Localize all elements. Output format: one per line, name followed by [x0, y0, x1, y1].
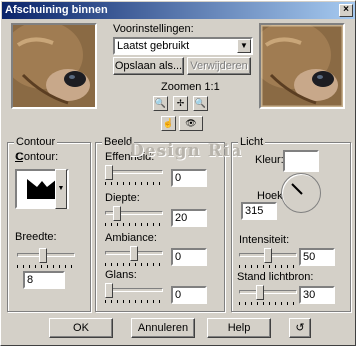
contour-group-title: Contour [14, 136, 58, 148]
elevation-slider[interactable] [239, 285, 297, 307]
depth-slider[interactable] [105, 206, 163, 228]
presets-label: Voorinstellingen: [113, 23, 194, 35]
elevation-slider-thumb[interactable] [256, 285, 264, 300]
smoothness-input[interactable]: 0 [171, 169, 207, 187]
width-label: Breedte: [15, 231, 57, 243]
window-title: Afschuining binnen [5, 4, 108, 16]
smoothness-slider[interactable] [105, 165, 163, 187]
shininess-input[interactable]: 0 [171, 286, 207, 304]
preview-eye-icon[interactable]: 👁 [179, 116, 203, 131]
ambience-slider-thumb[interactable] [130, 246, 138, 261]
depth-label: Diepte: [105, 192, 140, 204]
bevel-dialog: Afschuining binnen × Voorinstellingen: L… [0, 0, 356, 346]
light-color-swatch[interactable] [283, 150, 319, 172]
pointer-icon[interactable]: ☝ [161, 116, 176, 131]
zoom-out-icon[interactable]: 🔍 [193, 96, 208, 111]
color-label: Kleur: [255, 154, 284, 166]
width-slider-thumb[interactable] [39, 248, 47, 263]
depth-input[interactable]: 20 [171, 209, 207, 227]
ambience-input[interactable]: 0 [171, 248, 207, 266]
zoom-label: Zoomen 1:1 [161, 81, 220, 93]
source-preview[interactable] [11, 23, 97, 109]
intensity-slider[interactable] [239, 248, 297, 270]
presets-selected: Laatst gebruikt [117, 40, 190, 52]
cancel-button[interactable]: Annuleren [131, 318, 195, 338]
angle-input[interactable]: 315 [241, 202, 277, 220]
contour-shape-label: CContour: [15, 151, 59, 163]
elevation-label: Stand lichtbron: [237, 271, 314, 283]
bear-image-right [261, 25, 343, 107]
contour-shape-text: Contour: [15, 151, 59, 163]
delete-preset-button[interactable]: Verwijderen [187, 57, 251, 75]
result-preview [259, 23, 345, 109]
angle-dial-needle-icon [291, 183, 303, 195]
pan-icon[interactable]: ✢ [173, 96, 188, 111]
light-group-title: Licht [238, 136, 266, 148]
elevation-input[interactable]: 30 [299, 286, 335, 304]
close-icon[interactable]: × [339, 4, 353, 17]
ambience-slider[interactable] [105, 246, 163, 268]
depth-slider-thumb[interactable] [113, 206, 121, 221]
reset-icon[interactable]: ↺ [289, 318, 311, 338]
chevron-down-icon[interactable]: ▼ [237, 39, 251, 53]
ambience-label: Ambiance: [105, 232, 157, 244]
angle-dial[interactable] [281, 173, 321, 213]
shininess-slider[interactable] [105, 283, 163, 305]
presets-dropdown[interactable]: Laatst gebruikt ▼ [113, 37, 253, 55]
shininess-slider-thumb[interactable] [105, 283, 113, 298]
intensity-slider-thumb[interactable] [264, 248, 272, 263]
width-slider[interactable] [17, 248, 75, 270]
contour-dropdown-arrow-icon[interactable]: ▼ [55, 169, 67, 209]
width-input[interactable]: 8 [23, 271, 65, 289]
title-bar[interactable]: Afschuining binnen × [2, 2, 355, 19]
smoothness-slider-thumb[interactable] [105, 165, 113, 180]
zoom-in-icon[interactable]: 🔍 [153, 96, 168, 111]
shininess-label: Glans: [105, 269, 137, 281]
watermark: Design Ria [129, 141, 243, 161]
bear-image-left [13, 25, 95, 107]
intensity-input[interactable]: 50 [299, 248, 335, 266]
intensity-label: Intensiteit: [239, 234, 290, 246]
ok-button[interactable]: OK [49, 318, 113, 338]
help-button[interactable]: Help [207, 318, 271, 338]
save-as-button[interactable]: Opslaan als... [113, 57, 184, 75]
